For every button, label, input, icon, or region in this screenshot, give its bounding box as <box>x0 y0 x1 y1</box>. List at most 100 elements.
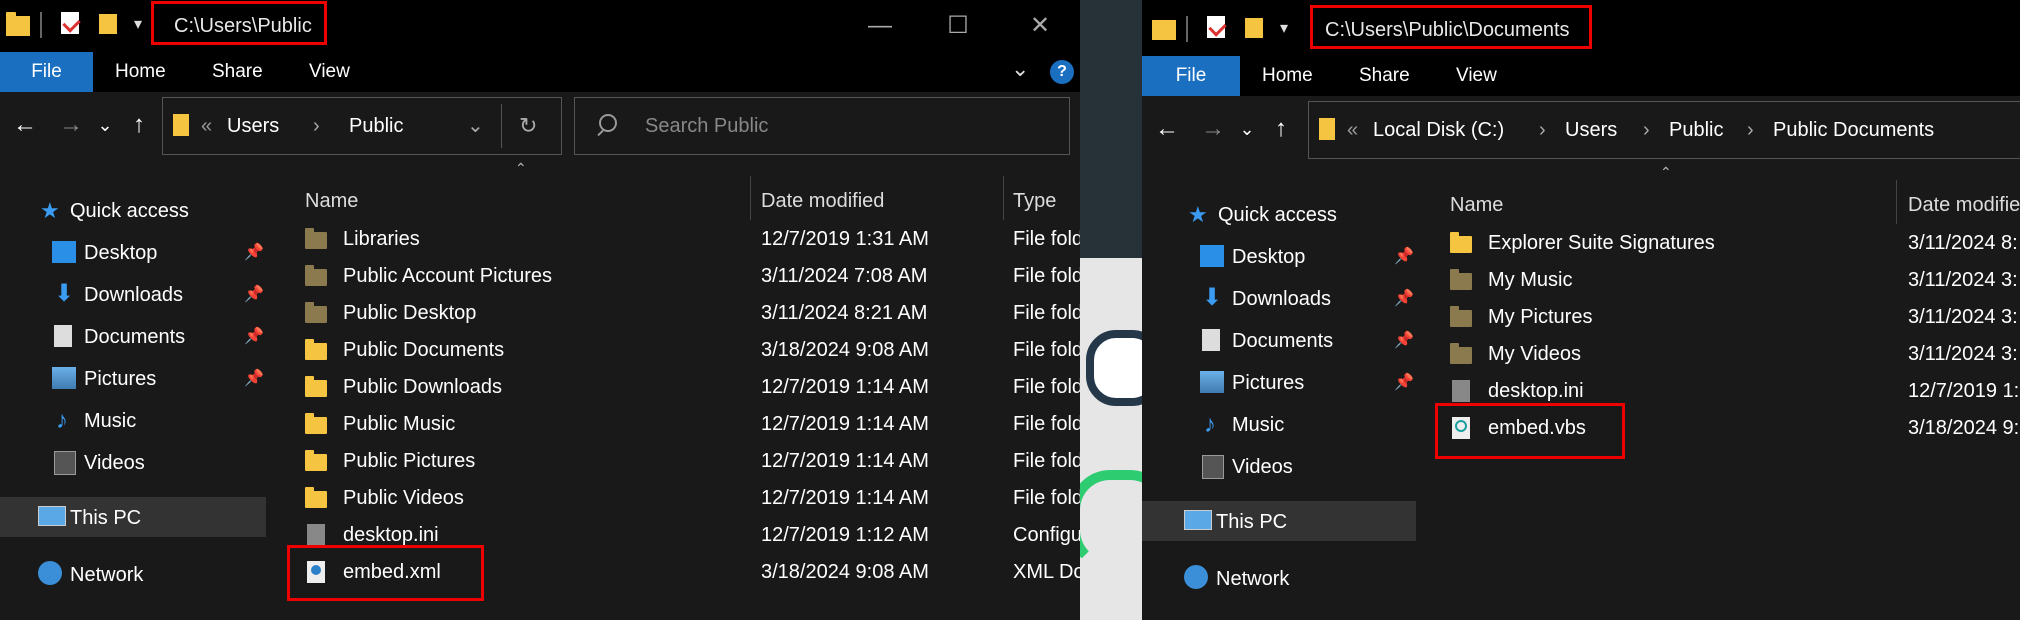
shortcut-folder-icon <box>1450 306 1472 328</box>
pin-icon[interactable]: 📌 <box>244 233 264 273</box>
breadcrumb-separator-icon[interactable]: › <box>1747 102 1754 158</box>
computer-icon <box>1184 510 1212 530</box>
customize-qat-icon[interactable]: ▾ <box>1280 18 1288 38</box>
star-icon: ★ <box>40 198 60 223</box>
expand-ribbon-icon[interactable]: ⌄ <box>1011 56 1029 82</box>
tab-file[interactable]: File <box>1142 56 1240 96</box>
pin-icon[interactable]: 📌 <box>244 359 264 399</box>
file-row-my-pictures[interactable]: My Pictures 3/11/2024 3: <box>1450 299 2020 336</box>
shortcut-folder-icon <box>1450 343 1472 365</box>
back-arrow-icon[interactable]: ← <box>8 108 42 142</box>
recent-locations-icon[interactable]: ⌄ <box>88 108 122 142</box>
file-row-libraries[interactable]: Libraries 12/7/2019 1:31 AM File folder <box>305 221 1080 258</box>
folder-icon <box>1450 232 1472 254</box>
picture-icon <box>52 367 76 389</box>
pin-icon[interactable]: 📌 <box>1394 237 1414 277</box>
sidebar-item-pictures[interactable]: Pictures 📌 <box>52 359 267 399</box>
breadcrumb-public[interactable]: Public <box>1669 102 1723 158</box>
refresh-icon[interactable]: ↻ <box>519 98 537 154</box>
forward-arrow-icon[interactable]: → <box>54 108 88 142</box>
file-row-public-videos[interactable]: Public Videos 12/7/2019 1:14 AM File fol… <box>305 480 1080 517</box>
folder-icon <box>305 487 327 509</box>
title-bar: ▾ C:\Users\Public — ☐ ✕ <box>0 0 1080 52</box>
pin-icon[interactable]: 📌 <box>244 317 264 357</box>
globe-network-icon <box>38 561 62 585</box>
back-arrow-icon[interactable]: ← <box>1150 112 1184 146</box>
highlight-box <box>1435 403 1625 459</box>
new-folder-icon[interactable] <box>1242 14 1268 40</box>
forward-arrow-icon[interactable]: → <box>1196 112 1230 146</box>
search-placeholder: Search Public <box>645 115 769 137</box>
folder-icon <box>305 302 327 324</box>
tab-view[interactable]: View <box>309 52 350 92</box>
sidebar-item-desktop[interactable]: Desktop 📌 <box>1200 237 1415 277</box>
file-row-public-account-pictures[interactable]: Public Account Pictures 3/11/2024 7:08 A… <box>305 258 1080 295</box>
title-path: C:\Users\Public\Documents <box>1310 5 1592 49</box>
pin-icon[interactable]: 📌 <box>1394 279 1414 319</box>
breadcrumb-separator-icon[interactable]: › <box>313 98 320 154</box>
breadcrumb-users[interactable]: Users <box>1565 102 1617 158</box>
column-divider[interactable] <box>1003 176 1004 220</box>
tab-home[interactable]: Home <box>115 52 166 92</box>
file-row-public-music[interactable]: Public Music 12/7/2019 1:14 AM File fold… <box>305 406 1080 443</box>
folder-icon <box>6 10 32 36</box>
column-divider[interactable] <box>1896 180 1897 224</box>
breadcrumb-users[interactable]: Users <box>227 98 279 154</box>
tab-share[interactable]: Share <box>212 52 263 92</box>
file-row-explorer-suite-signatures[interactable]: Explorer Suite Signatures 3/11/2024 8: <box>1450 225 2020 262</box>
sidebar-item-downloads[interactable]: ⬇ Downloads 📌 <box>1200 279 1415 319</box>
settings-file-icon <box>1452 380 1470 402</box>
address-bar[interactable]: « Users › Public ⌄ ↻ <box>162 97 562 155</box>
up-arrow-icon[interactable]: ↑ <box>1264 112 1298 146</box>
maximize-icon[interactable]: ☐ <box>940 10 976 42</box>
sidebar-item-downloads[interactable]: ⬇ Downloads 📌 <box>52 275 267 315</box>
properties-icon[interactable] <box>58 10 84 36</box>
music-note-icon: ♪ <box>56 407 68 434</box>
minimize-icon[interactable]: — <box>862 10 898 42</box>
properties-icon[interactable] <box>1204 14 1230 40</box>
pin-icon[interactable]: 📌 <box>244 275 264 315</box>
column-divider[interactable] <box>750 176 751 220</box>
folder-icon <box>1152 14 1178 40</box>
file-row-my-videos[interactable]: My Videos 3/11/2024 3: <box>1450 336 2020 373</box>
sidebar-item-documents[interactable]: Documents 📌 <box>52 317 267 357</box>
up-arrow-icon[interactable]: ↑ <box>122 108 156 142</box>
file-row-my-music[interactable]: My Music 3/11/2024 3: <box>1450 262 2020 299</box>
file-row-public-downloads[interactable]: Public Downloads 12/7/2019 1:14 AM File … <box>305 369 1080 406</box>
sidebar-item-pictures[interactable]: Pictures 📌 <box>1200 363 1415 403</box>
globe-network-icon <box>1184 565 1208 589</box>
navigation-pane: ★ Quick access Desktop 📌 ⬇ Downloads 📌 D… <box>1142 172 1416 620</box>
file-row-public-pictures[interactable]: Public Pictures 12/7/2019 1:14 AM File f… <box>305 443 1080 480</box>
new-folder-icon[interactable] <box>96 10 122 36</box>
tab-home[interactable]: Home <box>1262 56 1313 96</box>
tab-share[interactable]: Share <box>1359 56 1410 96</box>
customize-qat-icon[interactable]: ▾ <box>134 14 142 34</box>
pin-icon[interactable]: 📌 <box>1394 321 1414 361</box>
file-explorer-window-documents: ▾ C:\Users\Public\Documents File Home Sh… <box>1142 0 2020 620</box>
breadcrumb-overflow[interactable]: « <box>201 98 212 154</box>
title-bar: ▾ C:\Users\Public\Documents <box>1142 0 2020 56</box>
pin-icon[interactable]: 📌 <box>1394 363 1414 403</box>
breadcrumb-separator-icon[interactable]: › <box>1643 102 1650 158</box>
breadcrumb-public[interactable]: Public <box>349 98 403 154</box>
recent-locations-icon[interactable]: ⌄ <box>1230 112 1264 146</box>
navigation-bar: ← → ⌄ ↑ « Local Disk (C:) › Users › Publ… <box>1142 96 2020 172</box>
file-row-public-documents[interactable]: Public Documents 3/18/2024 9:08 AM File … <box>305 332 1080 369</box>
search-box[interactable]: Search Public <box>574 97 1070 155</box>
sidebar-item-desktop[interactable]: Desktop 📌 <box>52 233 267 273</box>
file-row-public-desktop[interactable]: Public Desktop 3/11/2024 8:21 AM File fo… <box>305 295 1080 332</box>
folder-icon <box>305 376 327 398</box>
breadcrumb-public-documents[interactable]: Public Documents <box>1773 102 1934 158</box>
help-icon[interactable]: ? <box>1050 60 1074 84</box>
breadcrumb-overflow[interactable]: « <box>1347 102 1358 158</box>
sidebar-item-documents[interactable]: Documents 📌 <box>1200 321 1415 361</box>
breadcrumb-local-disk[interactable]: Local Disk (C:) <box>1373 102 1504 158</box>
address-bar[interactable]: « Local Disk (C:) › Users › Public › Pub… <box>1308 101 2020 159</box>
file-list: ⌃ Name Date modified Explorer Suite Sign… <box>1420 164 2020 620</box>
tab-file[interactable]: File <box>0 52 93 92</box>
film-icon <box>54 451 76 475</box>
tab-view[interactable]: View <box>1456 56 1497 96</box>
address-dropdown-icon[interactable]: ⌄ <box>467 98 484 154</box>
close-icon[interactable]: ✕ <box>1022 10 1058 42</box>
breadcrumb-separator-icon[interactable]: › <box>1539 102 1546 158</box>
